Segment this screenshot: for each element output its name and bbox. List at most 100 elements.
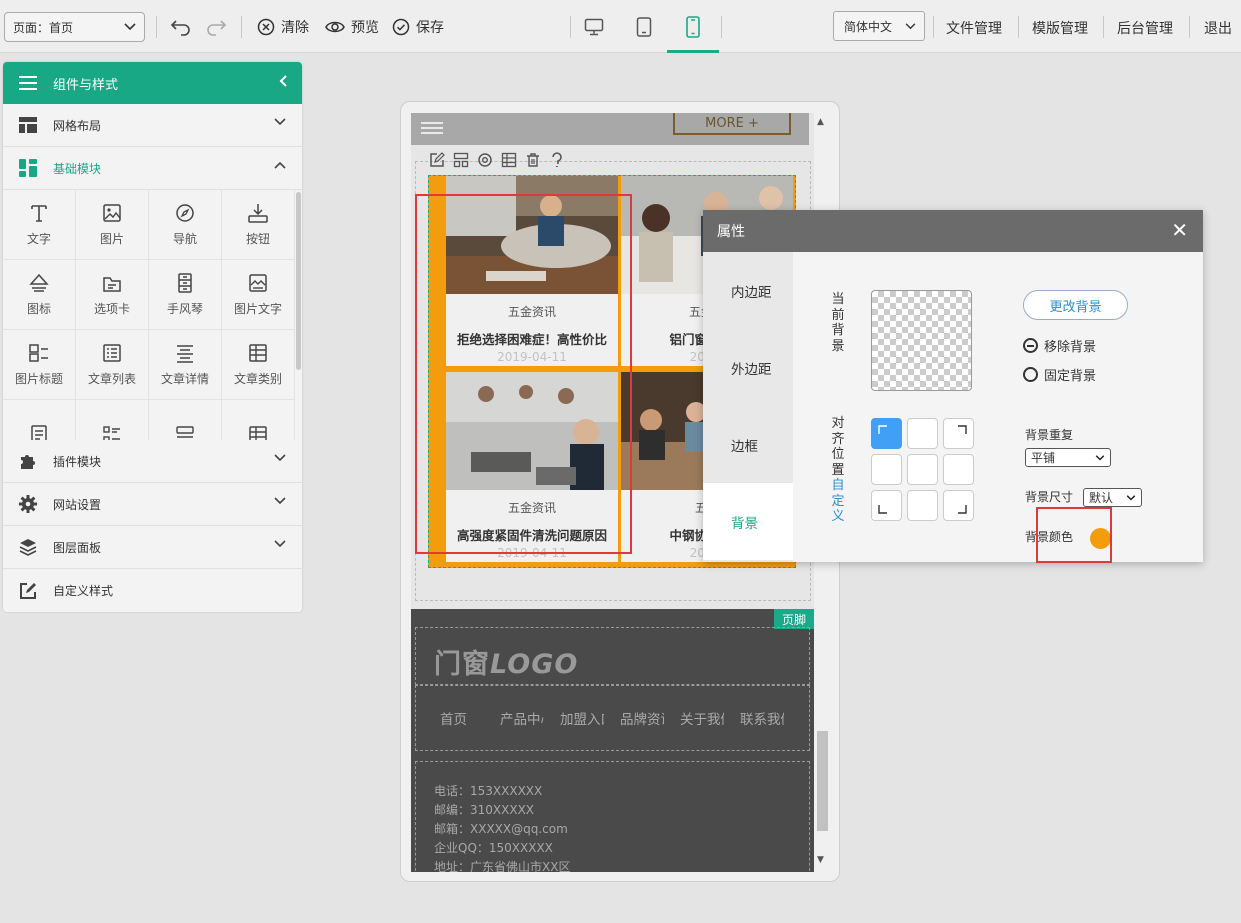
module-article-detail[interactable]: 文章详情 xyxy=(149,330,222,400)
table-icon[interactable] xyxy=(501,152,517,168)
module-article-list[interactable]: 文章列表 xyxy=(76,330,149,400)
footer-nav-item[interactable]: 首页 xyxy=(440,708,484,728)
module-button[interactable]: 按钮 xyxy=(222,190,295,260)
page-select[interactable]: 页面：首页 xyxy=(4,12,145,42)
module-image-title[interactable]: 图片标题 xyxy=(3,330,76,400)
change-bg-button[interactable]: 更改背景 xyxy=(1023,290,1128,320)
bg-repeat-select[interactable]: 平铺 xyxy=(1025,448,1111,467)
module-image[interactable]: 图片 xyxy=(76,190,149,260)
module-label: 图片文字 xyxy=(233,302,282,316)
footer-nav-item[interactable]: 品牌资讯 xyxy=(620,708,664,728)
template-manager-link[interactable]: 模版管理 xyxy=(1032,18,1088,38)
module-label: 手风琴 xyxy=(166,302,203,316)
properties-title: 属性 xyxy=(717,224,745,240)
module-more-2[interactable] xyxy=(76,400,149,440)
module-label: 按钮 xyxy=(245,232,270,246)
current-bg-preview[interactable] xyxy=(871,290,972,391)
align-bottom-center[interactable] xyxy=(907,490,938,521)
footer-nav-module[interactable]: 首页 产品中心 加盟入口 品牌资讯 关于我们 联系我们 xyxy=(415,685,810,751)
align-bottom-left[interactable] xyxy=(871,490,902,521)
custom-style-section[interactable]: 自定义样式 xyxy=(3,569,302,612)
settings-icon[interactable] xyxy=(477,152,493,168)
scroll-down-icon[interactable]: ▼ xyxy=(817,855,824,865)
align-top-left[interactable] xyxy=(871,418,902,449)
logo-cn: 门窗 xyxy=(434,649,490,680)
custom-align-link[interactable]: 自定义 xyxy=(831,478,845,525)
tab-background[interactable]: 背景 xyxy=(703,483,793,560)
layout-icon[interactable] xyxy=(453,152,469,168)
divider xyxy=(721,16,722,38)
basic-modules-section[interactable]: 基础模块 xyxy=(3,147,302,190)
undo-icon[interactable] xyxy=(168,14,194,40)
desktop-view-button[interactable] xyxy=(577,12,611,42)
site-settings-section[interactable]: 网站设置 xyxy=(3,483,302,526)
footer-nav-item[interactable]: 关于我们 xyxy=(680,708,724,728)
mobile-view-button[interactable] xyxy=(667,12,719,53)
clear-label: 清除 xyxy=(281,20,309,36)
collapse-panel-icon[interactable] xyxy=(278,74,288,88)
align-label: 对齐位置 xyxy=(831,416,845,478)
module-text[interactable]: 文字 xyxy=(3,190,76,260)
properties-dialog: 属性 ✕ 内边距 外边距 边框 背景 当前背景 更改背景 移除背景 固定背景 对… xyxy=(703,210,1203,563)
footer-postcode: 邮编：310XXXXX xyxy=(434,803,535,817)
page-footer[interactable]: 页脚 门窗LOGO 首页 产品中心 加盟入口 品牌资讯 关于我们 联系我们 电话… xyxy=(411,609,814,872)
divider xyxy=(1189,16,1190,38)
align-top-center[interactable] xyxy=(907,418,938,449)
module-grid-scrollbar[interactable] xyxy=(296,192,301,370)
align-center[interactable] xyxy=(907,454,938,485)
align-top-right[interactable] xyxy=(943,418,974,449)
article-list-icon xyxy=(103,344,121,362)
tab-border[interactable]: 边框 xyxy=(703,406,793,483)
module-grid-container: 文字 图片 导航 按钮 图标 选项卡 手风琴 图片文字 图片标题 文章列表 文章… xyxy=(3,190,302,440)
save-button[interactable]: 保存 xyxy=(392,14,444,40)
footer-logo-module[interactable]: 门窗LOGO xyxy=(415,627,810,685)
clear-button[interactable]: 清除 xyxy=(257,14,309,40)
preview-scrollbar-thumb[interactable] xyxy=(817,731,828,831)
delete-icon[interactable] xyxy=(525,152,541,168)
preview-button[interactable]: 预览 xyxy=(325,14,379,40)
footer-nav-item[interactable]: 产品中心 xyxy=(500,708,544,728)
redo-icon[interactable] xyxy=(203,14,229,40)
more-button[interactable]: MORE + xyxy=(673,113,791,135)
menu-icon[interactable] xyxy=(421,121,443,135)
footer-nav-item[interactable]: 联系我们 xyxy=(740,708,784,728)
bg-size-value: 默认 xyxy=(1089,491,1114,505)
logout-link[interactable]: 退出 xyxy=(1204,18,1232,38)
help-icon[interactable] xyxy=(549,152,565,168)
module-image-text[interactable]: 图片文字 xyxy=(222,260,295,330)
module-icon[interactable]: 图标 xyxy=(3,260,76,330)
footer-nav-item[interactable]: 加盟入口 xyxy=(560,708,604,728)
accordion-icon xyxy=(178,273,192,293)
bg-size-select[interactable]: 默认 xyxy=(1083,488,1142,507)
tab-margin[interactable]: 外边距 xyxy=(703,329,793,406)
align-middle-right[interactable] xyxy=(943,454,974,485)
module-accordion[interactable]: 手风琴 xyxy=(149,260,222,330)
module-article-category[interactable]: 文章类别 xyxy=(222,330,295,400)
layer-panel-section[interactable]: 图层面板 xyxy=(3,526,302,569)
scroll-up-icon[interactable]: ▲ xyxy=(817,117,824,127)
tablet-view-button[interactable] xyxy=(627,12,661,42)
align-middle-left[interactable] xyxy=(871,454,902,485)
align-bottom-right[interactable] xyxy=(943,490,974,521)
module-more-4[interactable] xyxy=(222,400,295,440)
logo-en: LOGO xyxy=(490,649,579,680)
module-more-1[interactable] xyxy=(3,400,76,440)
admin-link[interactable]: 后台管理 xyxy=(1117,18,1173,38)
desktop-icon xyxy=(584,18,604,36)
module-more-3[interactable] xyxy=(149,400,222,440)
footer-contact-module[interactable]: 电话：153XXXXXX 邮编：310XXXXX 邮箱：XXXXX@qq.com… xyxy=(415,761,810,872)
menu-icon[interactable] xyxy=(18,75,38,91)
edit-icon[interactable] xyxy=(429,152,445,168)
module-tabs[interactable]: 选项卡 xyxy=(76,260,149,330)
grid-layout-section[interactable]: 网格布局 xyxy=(3,104,302,147)
plugin-modules-section[interactable]: 插件模块 xyxy=(3,440,302,483)
language-select[interactable]: 简体中文 xyxy=(833,11,925,41)
close-icon[interactable]: ✕ xyxy=(1171,220,1188,240)
tab-padding[interactable]: 内边距 xyxy=(703,252,793,329)
remove-bg-option[interactable]: 移除背景 xyxy=(1023,336,1096,355)
file-manager-link[interactable]: 文件管理 xyxy=(946,18,1002,38)
basic-modules-icon xyxy=(19,159,37,177)
fixed-bg-option[interactable]: 固定背景 xyxy=(1023,365,1096,384)
tabs-icon xyxy=(103,277,121,292)
module-navigation[interactable]: 导航 xyxy=(149,190,222,260)
